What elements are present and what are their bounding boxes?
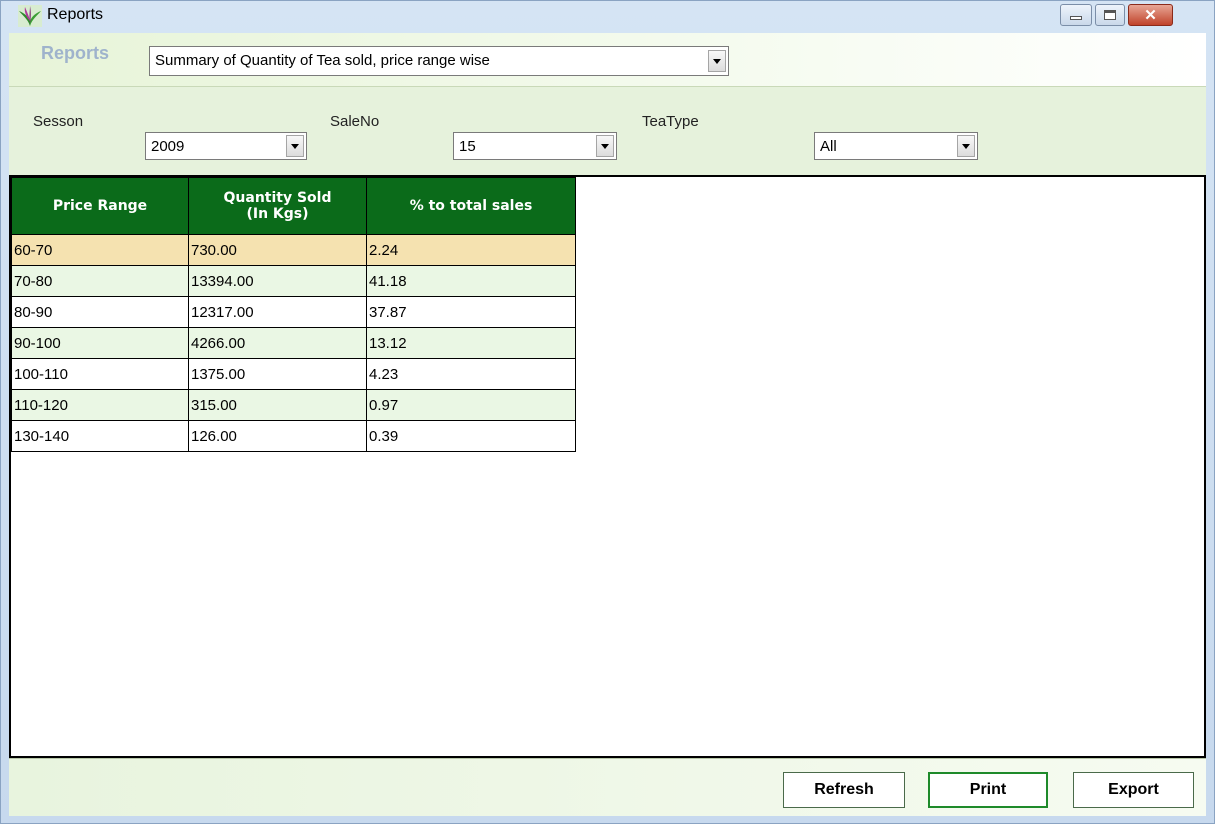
cell-price-range[interactable]: 110-120 (11, 389, 189, 421)
table-header-row: Price Range Quantity Sold (In Kgs) % to … (11, 177, 576, 235)
chevron-down-icon (291, 143, 299, 149)
table-row[interactable]: 70-80 13394.00 41.18 (11, 265, 576, 297)
season-select[interactable]: 2009 (145, 132, 307, 160)
cell-quantity[interactable]: 4266.00 (188, 327, 367, 359)
table-row[interactable]: 90-100 4266.00 13.12 (11, 327, 576, 359)
reports-label: Reports (41, 43, 110, 63)
cell-percent[interactable]: 13.12 (366, 327, 576, 359)
season-label: Sesson (33, 113, 84, 130)
cell-percent[interactable]: 37.87 (366, 296, 576, 328)
window-title: Reports (47, 6, 104, 23)
report-table: Price Range Quantity Sold (In Kgs) % to … (11, 177, 576, 452)
close-icon: ✕ (1144, 6, 1157, 24)
refresh-button[interactable]: Refresh (783, 772, 905, 808)
cell-percent[interactable]: 4.23 (366, 358, 576, 390)
teatype-label: TeaType (642, 113, 699, 130)
maximize-button[interactable] (1095, 4, 1125, 26)
table-row[interactable]: 110-120 315.00 0.97 (11, 389, 576, 421)
minimize-icon (1070, 16, 1082, 20)
saleno-dropdown-button[interactable] (596, 135, 614, 157)
saleno-select-value: 15 (459, 138, 476, 155)
minimize-button[interactable] (1060, 4, 1092, 26)
cell-percent[interactable]: 2.24 (366, 234, 576, 266)
cell-quantity[interactable]: 1375.00 (188, 358, 367, 390)
cell-quantity[interactable]: 730.00 (188, 234, 367, 266)
cell-price-range[interactable]: 90-100 (11, 327, 189, 359)
close-button[interactable]: ✕ (1128, 4, 1173, 26)
tea-leaf-app-icon (18, 5, 42, 27)
cell-percent[interactable]: 0.97 (366, 389, 576, 421)
table-row[interactable]: 60-70 730.00 2.24 (11, 234, 576, 266)
column-header-quantity-line1: Quantity Sold (223, 190, 332, 206)
column-header-percent-total[interactable]: % to total sales (366, 177, 576, 235)
report-select-value: Summary of Quantity of Tea sold, price r… (155, 52, 490, 69)
report-dropdown-button[interactable] (708, 50, 726, 72)
teatype-select-value: All (820, 138, 837, 155)
reports-bar: Reports Summary of Quantity of Tea sold,… (9, 33, 1206, 87)
cell-price-range[interactable]: 100-110 (11, 358, 189, 390)
teatype-select[interactable]: All (814, 132, 978, 160)
column-header-price-range[interactable]: Price Range (11, 177, 189, 235)
maximize-icon (1104, 10, 1116, 20)
saleno-label: SaleNo (330, 113, 380, 130)
cell-price-range[interactable]: 70-80 (11, 265, 189, 297)
cell-quantity[interactable]: 315.00 (188, 389, 367, 421)
cell-quantity[interactable]: 13394.00 (188, 265, 367, 297)
table-row[interactable]: 130-140 126.00 0.39 (11, 420, 576, 452)
cell-percent[interactable]: 0.39 (366, 420, 576, 452)
cell-quantity[interactable]: 12317.00 (188, 296, 367, 328)
cell-price-range[interactable]: 130-140 (11, 420, 189, 452)
chevron-down-icon (713, 58, 721, 64)
season-dropdown-button[interactable] (286, 135, 304, 157)
column-header-quantity-sold[interactable]: Quantity Sold (In Kgs) (188, 177, 367, 235)
saleno-select[interactable]: 15 (453, 132, 617, 160)
chevron-down-icon (962, 143, 970, 149)
season-select-value: 2009 (151, 138, 185, 155)
report-select[interactable]: Summary of Quantity of Tea sold, price r… (149, 46, 729, 76)
table-row[interactable]: 100-110 1375.00 4.23 (11, 358, 576, 390)
cell-price-range[interactable]: 80-90 (11, 296, 189, 328)
filter-bar (9, 87, 1206, 175)
print-button[interactable]: Print (928, 772, 1048, 808)
cell-quantity[interactable]: 126.00 (188, 420, 367, 452)
teatype-dropdown-button[interactable] (957, 135, 975, 157)
export-button[interactable]: Export (1073, 772, 1194, 808)
table-row[interactable]: 80-90 12317.00 37.87 (11, 296, 576, 328)
report-grid-area[interactable]: Price Range Quantity Sold (In Kgs) % to … (9, 175, 1206, 758)
cell-price-range[interactable]: 60-70 (11, 234, 189, 266)
chevron-down-icon (601, 143, 609, 149)
cell-percent[interactable]: 41.18 (366, 265, 576, 297)
column-header-quantity-line2: (In Kgs) (246, 206, 309, 222)
